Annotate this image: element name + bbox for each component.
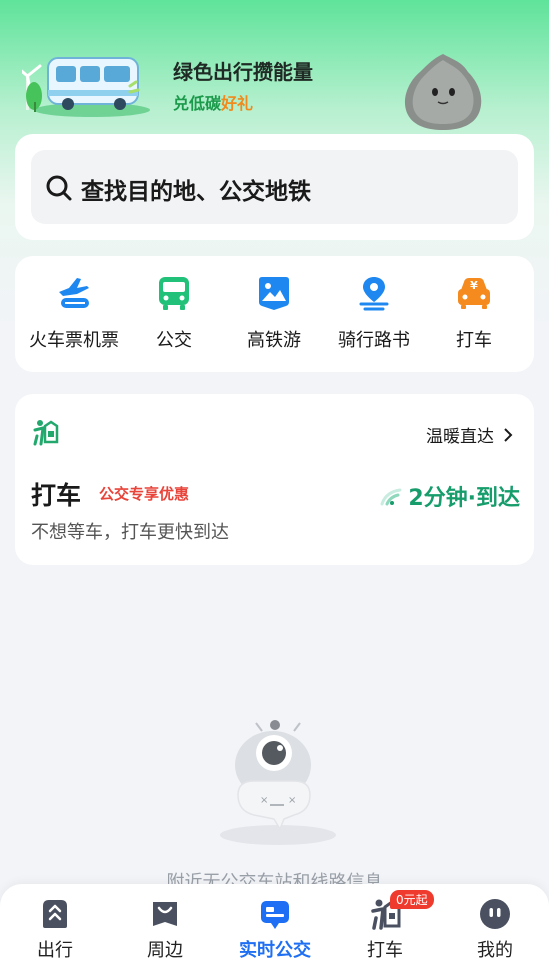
banner-subtitle-green: 兑低碳 [173,94,222,113]
search-placeholder: 查找目的地、公交地铁 [81,179,311,205]
search-input[interactable]: 查找目的地、公交地铁 [31,150,518,224]
taxi-title: 打车 [31,481,82,510]
tab-label: 出行 [37,940,73,961]
warm-direct-link[interactable]: 温暖直达 [426,422,514,447]
location-route-icon [359,277,389,311]
nearby-icon [153,902,177,926]
tab-label: 打车 [367,940,403,961]
tab-realtime-bus[interactable]: 实时公交 [220,898,330,962]
taxi-tab-badge: 0元起 [390,890,434,909]
tab-travel[interactable]: 出行 [0,898,110,962]
plane-train-icon [59,278,89,308]
tab-label: 我的 [477,940,513,961]
taxi-eta-text: 2分钟·到达 [408,486,520,511]
tab-profile[interactable]: 我的 [440,898,549,962]
taxi-promo-card[interactable]: 温暖直达 打车 公交专享优惠 2分钟·到达 不想等车，打车更快到达 [15,394,534,565]
bus-icon [159,277,189,310]
service-taxi[interactable]: ¥ 打车 [419,274,529,358]
search-card: 查找目的地、公交地铁 [15,134,534,240]
tab-label: 实时公交 [239,940,311,961]
taxi-promo-tag: 公交专享优惠 [99,485,190,503]
search-icon [46,175,72,201]
taxi-icon: ¥ [458,278,490,309]
bottom-tab-bar: 出行 周边 实时公交 0元起 打车 我的 [0,884,549,976]
chevron-right-icon [504,427,513,442]
banner-subtitle: 兑低碳好礼 [173,90,253,114]
profile-icon [480,899,510,929]
green-travel-banner[interactable]: 绿色出行攒能量 兑低碳好礼 [0,0,549,140]
empty-state-robot-icon: × × [220,720,336,845]
taxi-description: 不想等车，打车更快到达 [31,522,229,543]
taxi-eta: 2分钟·到达 [380,480,520,512]
service-label: 火车票机票 [29,330,119,351]
realtime-bus-icon [261,901,289,929]
service-label: 打车 [456,330,492,351]
svg-text:×: × [260,795,268,806]
banner-subtitle-orange: 好礼 [221,94,254,113]
bus-illustration-icon [22,57,150,117]
tab-nearby[interactable]: 周边 [110,898,220,962]
svg-text:×: × [288,795,296,806]
tab-label: 周边 [147,940,183,961]
svg-text:¥: ¥ [470,279,478,292]
fluffy-mascot-icon [404,54,482,130]
banner-title: 绿色出行攒能量 [173,60,313,84]
service-train-plane-ticket[interactable]: 火车票机票 [19,274,129,358]
tab-taxi[interactable]: 0元起 打车 [330,890,440,962]
service-label: 骑行路书 [338,330,410,351]
warm-direct-label: 温暖直达 [426,427,494,447]
service-bus[interactable]: 公交 [119,274,229,358]
signal-arc-icon [380,488,402,506]
services-grid: 火车票机票 公交 高铁游 骑行路书 ¥ 打车 [15,256,534,372]
service-cycling-route[interactable]: 骑行路书 [319,274,429,358]
taxi-person-logo-icon [33,420,59,446]
service-label: 公交 [156,330,192,351]
service-label: 高铁游 [247,330,301,351]
service-high-speed-rail-tour[interactable]: 高铁游 [219,274,329,358]
travel-icon [43,900,67,928]
picture-icon [259,277,289,310]
